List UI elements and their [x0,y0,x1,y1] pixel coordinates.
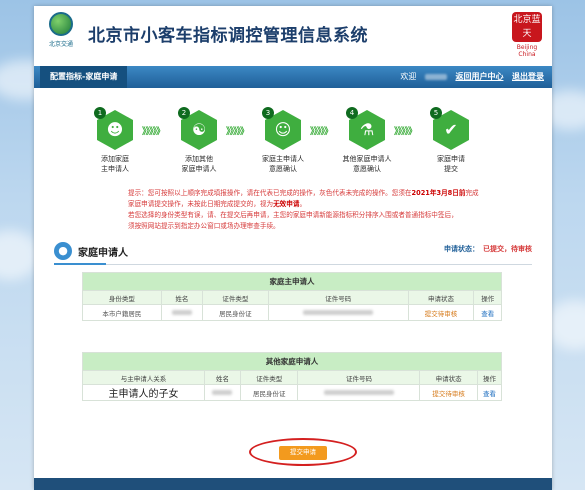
nav-user-area: 欢迎 返回用户中心 退出登录 [394,66,544,88]
step-label: 家庭申请 提交 [437,155,465,173]
main-page: 北京交通 北京市小客车指标调控管理信息系统 北京蓝天 Beijing China… [34,6,552,490]
beijing-transport-logo: 北京交通 [44,12,78,52]
step-number: 2 [178,107,190,119]
table-row: 主申请人的子女 居民身份证 提交待审核 查看 [82,384,503,401]
table-row: 本市户籍居民 居民身份证 提交待审核 查看 [82,304,502,321]
step-3: 3 ☺ 家庭主申请人 意愿确认 [248,107,318,174]
step-label: 家庭主申请人 意愿确认 [262,155,304,173]
step-label: 添加其他 家庭申请人 [181,155,217,173]
submit-highlight: 提交申请 [249,438,357,466]
step-number: 5 [430,107,442,119]
logo-text: 北京交通 [48,41,73,48]
main-applicant-table: 家庭主申请人 身份类型 姓名 证件类型 证件号码 申请状态 操作 本市户籍居民 居民身份… [82,272,502,321]
relation: 主申请人的子女 [82,384,205,401]
table-caption: 其他家庭申请人 [82,352,502,371]
brand-logo: 北京蓝天 Beijing China [510,12,544,58]
brand-seal: 北京蓝天 [512,12,542,42]
application-status: 申请状态： 已提交，待审核 [444,245,532,253]
person-icon: ● [54,242,72,260]
system-title: 北京市小客车指标调控管理信息系统 [88,26,368,46]
table-header-row: 身份类型 姓名 证件类型 证件号码 申请状态 操作 [82,290,502,305]
step-label: 添加家庭 主申请人 [101,155,129,173]
view-link[interactable]: 查看 [476,384,503,401]
table-caption: 家庭主申请人 [82,272,502,291]
step-4: 4 ⚗ 其他家庭申请人 意愿确认 [332,107,402,174]
notice-text: 提示：您可按照以上顺序完成填报操作，请在代表已完成的操作，灰色代表未完成的操作。… [128,189,479,230]
name-redacted [203,384,241,401]
step-label: 其他家庭申请人 意愿确认 [342,155,392,173]
step-2: 2 ☯ 添加其他 家庭申请人 [164,107,234,174]
submit-application-button[interactable]: 提交申请 [279,446,327,460]
step-5: 5 ✔ 家庭申请 提交 [416,107,486,174]
id-type: 居民身份证 [239,384,299,401]
status-value: 已提交，待审核 [483,245,532,253]
logout-link[interactable]: 退出登录 [512,72,544,81]
status-badge: 提交待审核 [419,384,478,401]
welcome-label: 欢迎 [400,72,417,81]
return-user-center-link[interactable]: 返回用户中心 [455,72,503,81]
tab-family-application[interactable]: 配置指标-家庭申请 [40,66,128,88]
id-number-redacted [267,304,409,321]
identity-type: 本市户籍居民 [82,304,162,321]
step-number: 1 [94,107,106,119]
step-number: 3 [262,107,274,119]
footer-bar [34,478,552,490]
nav-bar: 配置指标-家庭申请 欢迎 返回用户中心 退出登录 [34,66,552,88]
view-link[interactable]: 查看 [473,304,502,321]
section-header: ● 家庭申请人 申请状态： 已提交，待审核 [54,242,532,265]
arrow-connector: 》》》》》 [226,127,249,137]
username-redacted [424,73,447,80]
id-number-redacted [297,384,421,401]
invalid-application-label: 无效申请 [273,200,300,208]
step-number: 4 [346,107,358,119]
header: 北京交通 北京市小客车指标调控管理信息系统 北京蓝天 Beijing China [34,6,552,58]
progress-steps: 1 ☻ 添加家庭 主申请人 》》》》》 2 ☯ 添加其他 家庭申请人 》》》》》 3… [34,107,552,190]
status-badge: 提交待审核 [407,304,475,321]
step-1: 1 ☻ 添加家庭 主申请人 [80,107,150,174]
other-applicant-table: 其他家庭申请人 与主申请人关系 姓名 证件类型 证件号码 申请状态 操作 主申请人的子女… [82,352,503,401]
globe-icon [49,12,73,36]
arrow-connector: 》》》》》 [142,127,165,137]
table-header-row: 与主申请人关系 姓名 证件类型 证件号码 申请状态 操作 [82,370,503,385]
id-type: 居民身份证 [201,304,269,321]
arrow-connector: 》》》》》 [310,127,333,137]
brand-en-text: Beijing China [516,44,538,58]
deadline-date: 2021年3月8日前 [411,189,466,197]
section-divider [54,263,532,265]
name-redacted [160,304,203,321]
section-title: 家庭申请人 [78,248,128,259]
arrow-connector: 》》》》》 [394,127,417,137]
